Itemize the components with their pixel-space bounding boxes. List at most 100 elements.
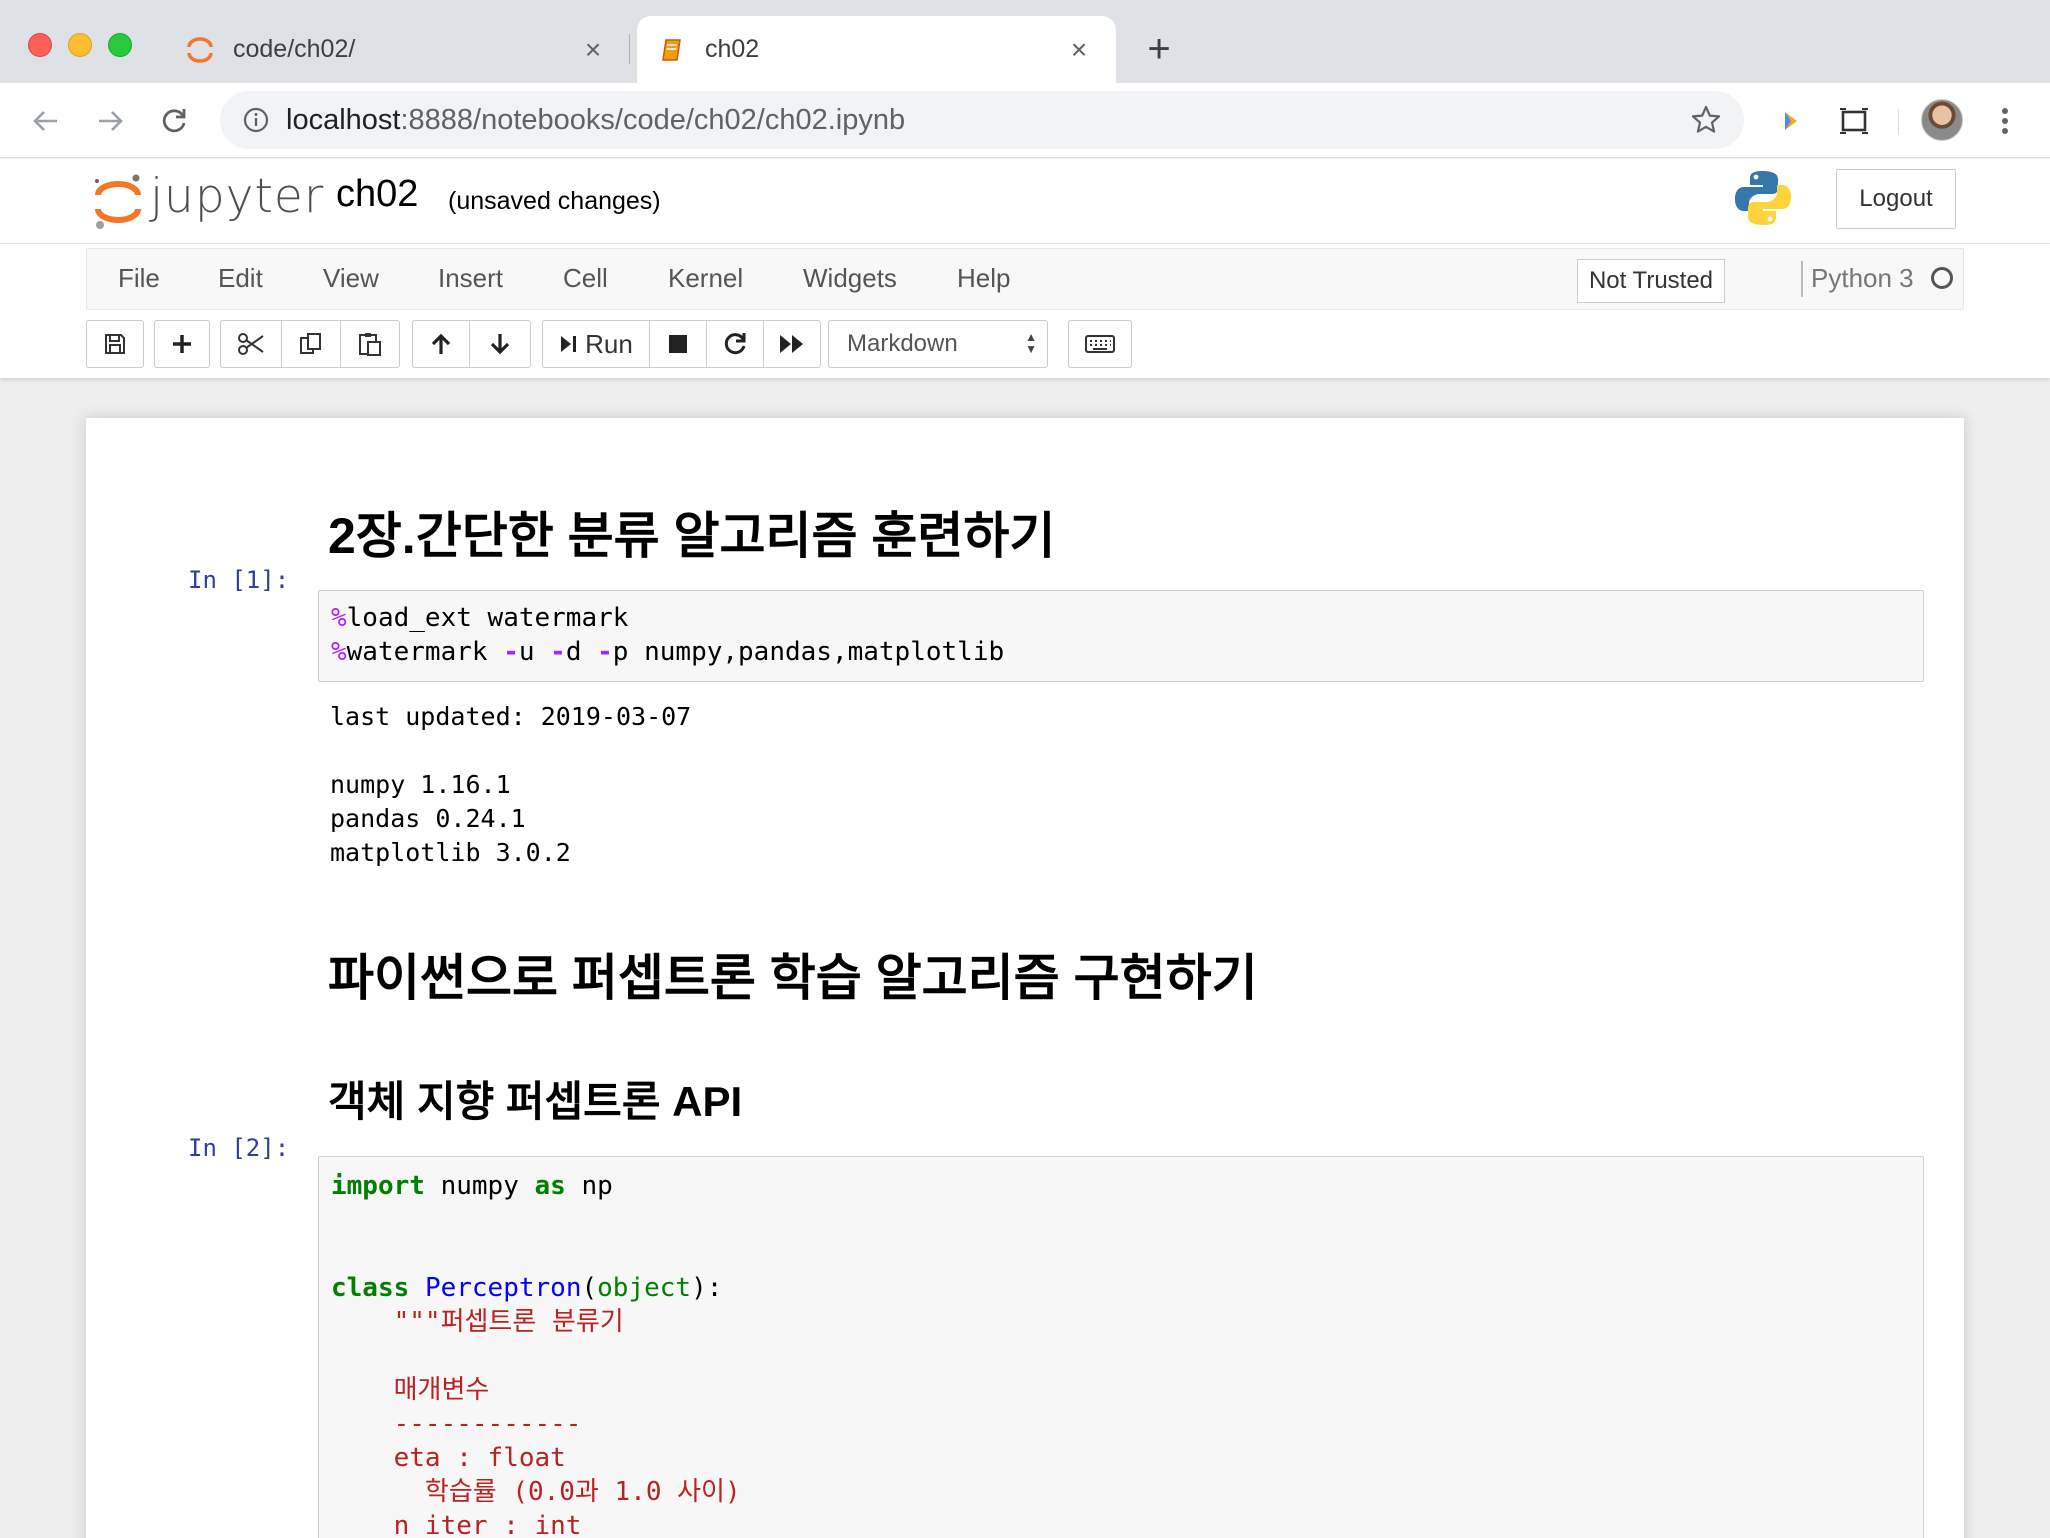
code-cell-input[interactable]: %load_ext watermark %watermark -u -d -p … (318, 590, 1924, 682)
logout-button[interactable]: Logout (1836, 169, 1956, 229)
close-tab-icon[interactable]: × (578, 34, 608, 65)
forward-button[interactable] (90, 101, 130, 141)
code-line: ------------ (393, 1409, 582, 1439)
insert-cell-button[interactable] (154, 320, 210, 368)
keyboard-icon (1085, 335, 1115, 353)
code-line: 학습률 (0.0과 1.0 사이) (424, 1477, 741, 1507)
browser-tab-ch02[interactable]: ch02 × (637, 16, 1116, 83)
code-line: eta : float (393, 1443, 566, 1473)
command-palette-button[interactable] (1068, 320, 1132, 368)
code-line: import numpy as np (331, 1171, 613, 1201)
copy-icon (300, 333, 321, 354)
notebook-name[interactable]: ch02 (336, 173, 418, 216)
close-tab-icon[interactable]: × (1064, 34, 1094, 65)
save-status: (unsaved changes) (448, 187, 661, 215)
restart-run-all-button[interactable] (763, 320, 821, 368)
notebook-icon (655, 33, 689, 67)
python-logo-icon (1735, 171, 1791, 225)
kernel-name[interactable]: Python 3 (1811, 263, 1914, 294)
trust-button[interactable]: Not Trusted (1577, 259, 1725, 303)
back-button[interactable] (26, 101, 66, 141)
tab-title: ch02 (705, 35, 760, 63)
code-line: n_iter : int (393, 1511, 582, 1538)
menu-help[interactable]: Help (957, 263, 1010, 294)
code-line: %watermark -u -d -p numpy,pandas,matplot… (331, 637, 1005, 667)
restart-icon (724, 333, 746, 355)
browser-tab-strip: code/ch02/ × ch02 × + (0, 0, 2050, 83)
output-line: last updated: 2019-03-07 (330, 702, 692, 731)
menu-view[interactable]: View (323, 263, 379, 294)
interrupt-button[interactable] (649, 320, 707, 368)
paste-button[interactable] (340, 320, 400, 368)
move-down-button[interactable] (469, 320, 531, 368)
browser-menu-button[interactable] (1990, 101, 2020, 141)
more-vertical-icon (2002, 108, 2008, 134)
menu-insert[interactable]: Insert (438, 263, 503, 294)
cell-type-select[interactable]: Markdown ▲ ▼ (828, 320, 1048, 368)
save-icon (105, 334, 125, 354)
output-line: pandas 0.24.1 (330, 804, 526, 833)
reload-button[interactable] (154, 101, 194, 141)
url-text: localhost:8888/notebooks/code/ch02/ch02.… (286, 104, 906, 136)
plus-icon (173, 335, 191, 353)
input-prompt: In [2]: (188, 1134, 290, 1162)
stop-icon (669, 335, 687, 353)
jupyter-logo-icon (95, 174, 141, 229)
menu-widgets[interactable]: Widgets (803, 263, 897, 294)
toolbar-divider (1898, 109, 1899, 135)
info-icon[interactable] (242, 106, 270, 134)
run-button[interactable]: Run (542, 320, 650, 368)
jupyter-logo[interactable]: jupyter (92, 167, 323, 237)
menu-file[interactable]: File (118, 263, 160, 294)
new-tab-button[interactable]: + (1140, 27, 1178, 71)
notebook-menubar-area: File Edit View Insert Cell Kernel Widget… (0, 244, 2050, 378)
scissors-icon (238, 333, 264, 355)
move-up-button[interactable] (412, 320, 470, 368)
code-line: %load_ext watermark (331, 603, 629, 633)
output-line: numpy 1.16.1 (330, 770, 511, 799)
arrow-down-icon (490, 334, 510, 355)
address-bar[interactable]: localhost:8888/notebooks/code/ch02/ch02.… (220, 91, 1744, 149)
select-arrows-icon: ▲ ▼ (1025, 330, 1037, 356)
save-button[interactable] (86, 320, 144, 368)
step-forward-icon (561, 336, 577, 352)
code-cell-input[interactable]: import numpy as np class Perceptron(obje… (318, 1156, 1924, 1538)
cell-type-value: Markdown (847, 330, 958, 357)
browser-tab-code-ch02[interactable]: code/ch02/ × (165, 16, 630, 83)
window-maximize-button[interactable] (108, 33, 132, 57)
fast-forward-icon (780, 335, 803, 353)
arrow-right-icon (99, 111, 123, 131)
window-close-button[interactable] (28, 33, 52, 57)
menu-edit[interactable]: Edit (218, 263, 263, 294)
copy-button[interactable] (281, 320, 341, 368)
paste-icon (359, 333, 381, 356)
restart-kernel-button[interactable] (706, 320, 764, 368)
menubar: File Edit View Insert Cell Kernel Widget… (86, 248, 1964, 310)
tab-title: code/ch02/ (233, 35, 356, 63)
arrow-up-icon (431, 333, 451, 354)
kernel-divider (1801, 261, 1803, 297)
code-line: 매개변수 (393, 1375, 490, 1405)
input-prompt: In [1]: (188, 566, 290, 594)
jupyter-logo-text: jupyter (150, 169, 325, 224)
jupyter-icon (183, 33, 217, 67)
avatar[interactable] (1921, 99, 1963, 141)
bookmark-star-icon[interactable] (1690, 104, 1722, 136)
run-label: Run (585, 328, 633, 359)
markdown-subheading[interactable]: 객체 지향 퍼셉트론 API (328, 1068, 742, 1129)
cut-button[interactable] (220, 320, 282, 368)
menu-cell[interactable]: Cell (563, 263, 608, 294)
reload-icon (162, 109, 186, 133)
markdown-heading[interactable]: 2장.간단한 분류 알고리즘 훈련하기 (328, 496, 1055, 568)
notebook-container: 2장.간단한 분류 알고리즘 훈련하기 In [1]: %load_ext wa… (86, 418, 1964, 1538)
markdown-heading[interactable]: 파이썬으로 퍼셉트론 학습 알고리즘 구현하기 (328, 938, 1258, 1010)
code-line: class Perceptron(object): (331, 1273, 723, 1303)
kernel-idle-indicator-icon (1931, 267, 1953, 289)
screen-capture-icon[interactable] (1834, 101, 1874, 141)
window-minimize-button[interactable] (68, 33, 92, 57)
extension-icon[interactable] (1770, 101, 1810, 141)
jupyter-header: jupyter ch02 (unsaved changes) Logout (0, 159, 2050, 244)
menu-kernel[interactable]: Kernel (668, 263, 743, 294)
